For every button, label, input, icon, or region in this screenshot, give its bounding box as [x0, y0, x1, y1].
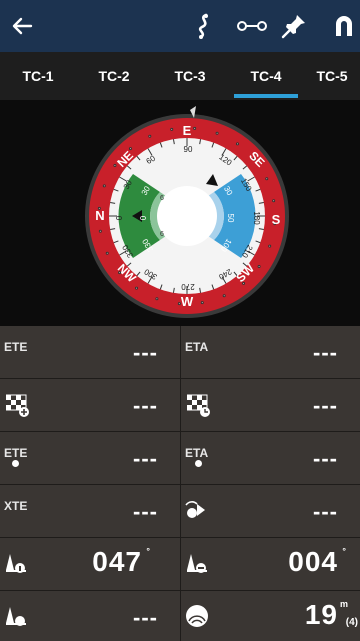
ring-dot: [272, 199, 276, 203]
cardinal-s: S: [272, 212, 281, 227]
checkered-flag-plus-icon: [2, 389, 32, 419]
ring-dot: [155, 297, 159, 301]
tab-tc-5[interactable]: TC-5: [304, 52, 360, 100]
heading-value: 004: [288, 546, 338, 577]
ete-label: ETE: [4, 340, 28, 354]
waypoint-link-icon[interactable]: [234, 8, 270, 44]
tab-label: TC-5: [316, 68, 348, 84]
tab-label: TC-4: [250, 68, 282, 84]
bearing-180: 180: [252, 211, 261, 225]
tab-tc-2[interactable]: TC-2: [76, 52, 152, 100]
tab-tc-3[interactable]: TC-3: [152, 52, 228, 100]
ring-dot: [235, 142, 239, 146]
ring-dot: [105, 251, 109, 255]
cog-value: 047: [92, 546, 142, 577]
ete-value: ---: [133, 340, 158, 365]
left-scale-0: 0: [139, 215, 148, 220]
compass-dial: E SE S SW W NW N NE 90 120 150 180 210 2…: [85, 106, 289, 318]
bearing-0: 0: [115, 215, 124, 220]
heading-unit: °: [342, 546, 346, 556]
ring-dot: [128, 147, 132, 151]
tab-label: TC-1: [22, 68, 54, 84]
finish-eta-value: ---: [133, 393, 158, 418]
waypoint-small-icon: [195, 460, 202, 467]
steer-arrow-icon: [183, 495, 213, 525]
bearing-90: 90: [184, 145, 193, 154]
eta-waypoint-cell[interactable]: ETA ---: [180, 432, 360, 485]
finish-ete-cell[interactable]: ---: [180, 379, 360, 432]
ring-dot: [170, 127, 174, 131]
ring-dot: [268, 244, 272, 248]
depth-unit: m: [339, 599, 348, 609]
eta-label: ETA: [185, 340, 209, 354]
ring-dot: [98, 229, 102, 233]
boat-heading-alt-icon: [183, 548, 213, 578]
ring-dot: [135, 286, 139, 290]
tab-tc-1[interactable]: TC-1: [0, 52, 76, 100]
finish-eta-cell[interactable]: ---: [0, 379, 180, 432]
heading-cell[interactable]: 004 °: [180, 538, 360, 591]
xte-value: ---: [133, 499, 158, 524]
waypoint-small-icon: [12, 460, 19, 467]
tab-label: TC-2: [98, 68, 130, 84]
sog-cell[interactable]: ---: [0, 591, 180, 641]
steer-to-cell[interactable]: ---: [180, 485, 360, 538]
data-grid: ETE --- ETA --- --- --- ETE --- ETA --- …: [0, 326, 360, 641]
depth-cell[interactable]: 19 m (4): [180, 591, 360, 641]
right-scale-50: 50: [226, 214, 235, 223]
sog-value: ---: [133, 605, 158, 630]
route-icon[interactable]: [186, 8, 222, 44]
cardinal-w: W: [181, 294, 194, 309]
left-small-mark: 6: [160, 231, 164, 238]
checkered-flag-clock-icon: [183, 389, 213, 419]
ring-dot: [215, 131, 219, 135]
bearing-270: 270: [181, 282, 195, 291]
finish-ete-value: ---: [313, 393, 338, 418]
ring-dot: [222, 294, 226, 298]
boat-speed-icon: [2, 601, 32, 631]
cog-unit: °: [146, 546, 150, 556]
eta-cell[interactable]: ETA ---: [180, 326, 360, 379]
ring-dot: [113, 164, 117, 168]
cardinal-n: N: [95, 208, 104, 223]
ete-waypoint-label: ETE: [4, 446, 28, 460]
depth-sub: (4): [345, 617, 358, 628]
ring-dot: [193, 126, 197, 130]
ring-dot: [200, 301, 204, 305]
top-bar: [0, 0, 360, 52]
depth-sonar-icon: [183, 601, 213, 631]
ring-dot: [102, 184, 106, 188]
tab-bar: TC-1 TC-2 TC-3 TC-4 TC-5: [0, 52, 360, 100]
cog-cell[interactable]: 047 °: [0, 538, 180, 591]
eta-waypoint-value: ---: [313, 446, 338, 471]
cardinal-e: E: [183, 123, 192, 138]
ete-cell[interactable]: ETE ---: [0, 326, 180, 379]
tab-tc-4[interactable]: TC-4: [228, 52, 304, 100]
magnet-icon[interactable]: [326, 8, 360, 44]
steer-to-value: ---: [313, 499, 338, 524]
eta-value: ---: [313, 340, 338, 365]
compass-panel: E SE S SW W NW N NE 90 120 150 180 210 2…: [0, 100, 360, 326]
xte-label: XTE: [4, 499, 28, 513]
tab-label: TC-3: [174, 68, 206, 84]
ete-waypoint-cell[interactable]: ETE ---: [0, 432, 180, 485]
ring-dot: [265, 177, 269, 181]
xte-cell[interactable]: XTE ---: [0, 485, 180, 538]
boat-heading-icon: [2, 548, 32, 578]
back-arrow-icon[interactable]: [4, 8, 40, 44]
left-small-mark: 6: [160, 195, 164, 202]
ring-dot: [148, 134, 152, 138]
ring-dot: [257, 264, 261, 268]
depth-value: 19: [304, 599, 338, 630]
ete-waypoint-value: ---: [133, 446, 158, 471]
pin-icon[interactable]: [276, 8, 312, 44]
eta-waypoint-label: ETA: [185, 446, 209, 460]
